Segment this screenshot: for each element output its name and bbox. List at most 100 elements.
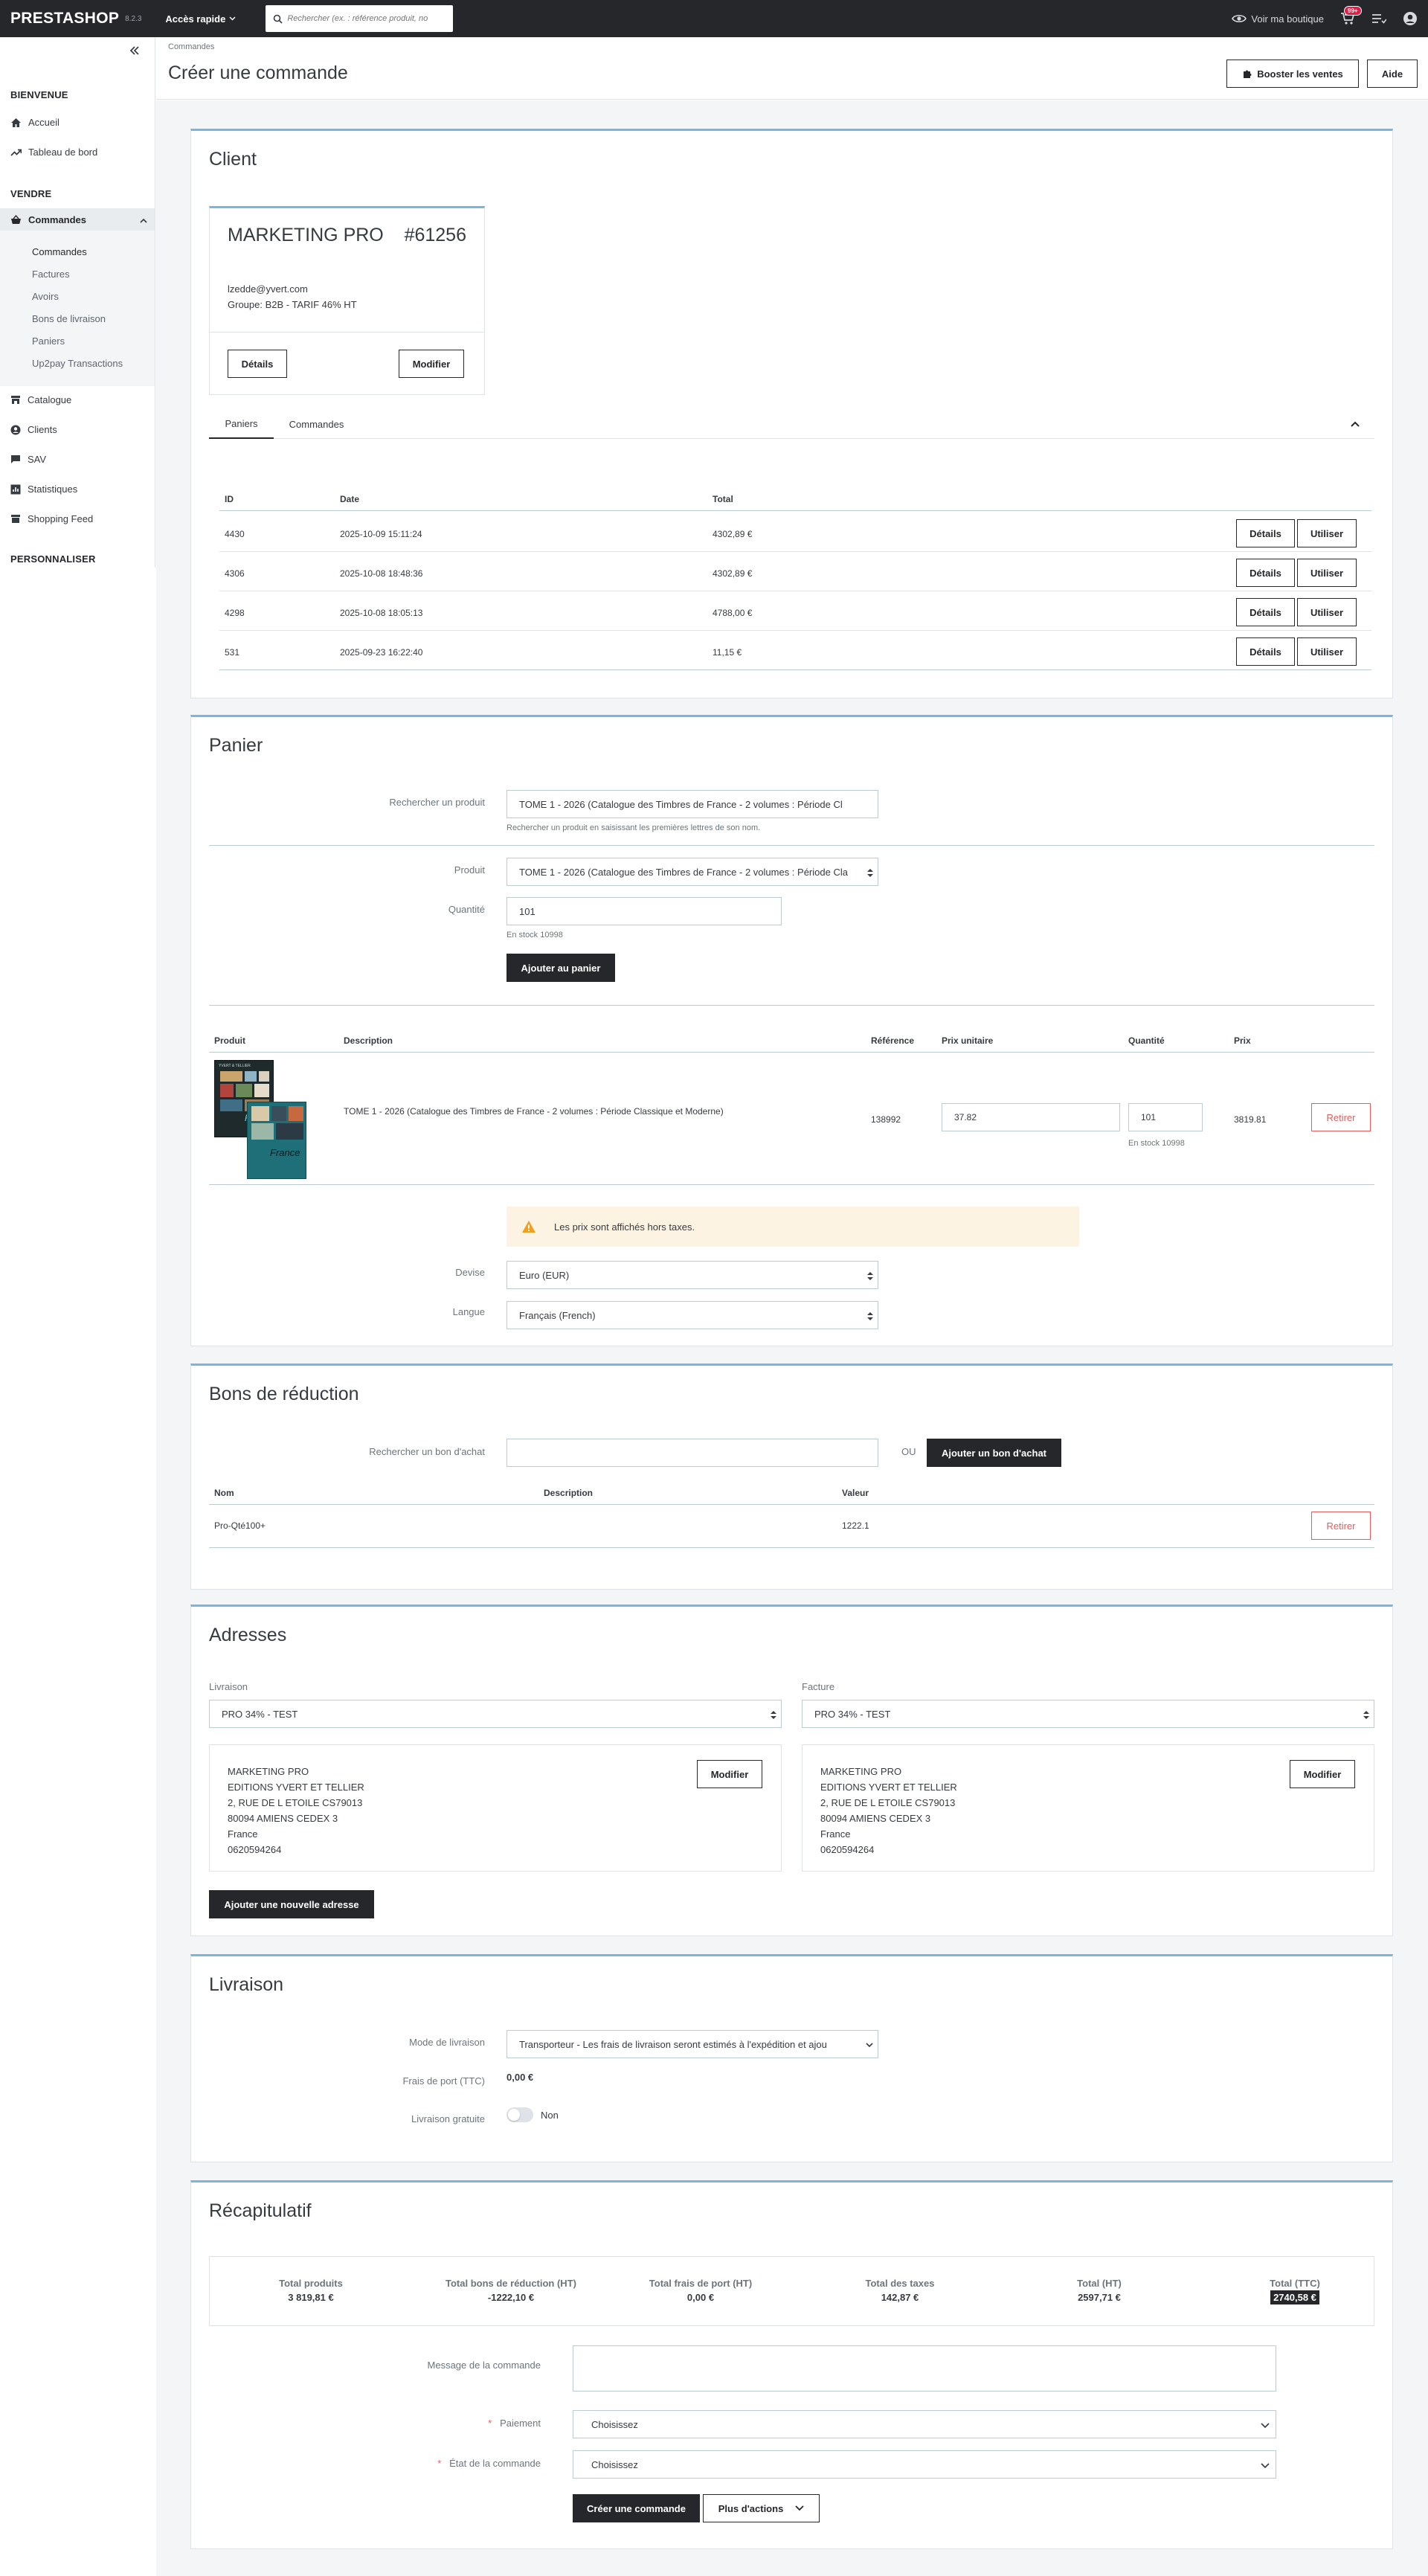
sidebar-item-shopping-feed[interactable]: Shopping Feed bbox=[10, 513, 93, 524]
sidebar-item-orders[interactable]: Commandes bbox=[10, 214, 86, 225]
warning-icon bbox=[522, 1221, 536, 1233]
sidebar-item-label: SAV bbox=[28, 454, 47, 465]
sidebar-item-home[interactable]: Accueil bbox=[10, 117, 60, 128]
sidebar-item-stats[interactable]: Statistiques bbox=[10, 484, 77, 495]
cart-use-button[interactable]: Utiliser bbox=[1297, 637, 1357, 666]
prestashop-logo[interactable]: PRESTASHOP bbox=[10, 10, 119, 28]
view-shop-link[interactable]: Voir ma boutique bbox=[1232, 13, 1324, 25]
sidebar-subitem-delivery-slips[interactable]: Bons de livraison bbox=[32, 313, 106, 324]
summary-value: -1222,10 € bbox=[487, 2292, 535, 2303]
create-order-button[interactable]: Créer une commande bbox=[573, 2494, 700, 2522]
customer-edit-button[interactable]: Modifier bbox=[399, 350, 464, 378]
client-card: Client MARKETING PRO #61256 lzedde@yvert… bbox=[190, 129, 1393, 698]
tab-carts[interactable]: Paniers bbox=[209, 409, 274, 439]
delivery-address-select[interactable]: PRO 34% - TEST bbox=[209, 1700, 782, 1728]
product-search-input[interactable]: TOME 1 - 2026 (Catalogue des Timbres de … bbox=[506, 790, 878, 818]
sidebar-subitem-orders[interactable]: Commandes bbox=[32, 246, 87, 257]
boost-sales-button[interactable]: Booster les ventes bbox=[1226, 60, 1359, 88]
summary-value: 2597,71 € bbox=[1078, 2292, 1121, 2303]
currency-select-value: Euro (EUR) bbox=[519, 1269, 570, 1281]
order-state-label-text: État de la commande bbox=[449, 2458, 541, 2469]
voucher-header-description: Description bbox=[544, 1488, 594, 1498]
unit-price-input[interactable]: 37.82 bbox=[942, 1103, 1120, 1131]
select-arrows-icon bbox=[771, 1711, 776, 1719]
summary-value-wrap: 2740,58 € bbox=[1220, 2290, 1369, 2304]
cart-details-button[interactable]: Détails bbox=[1236, 559, 1295, 587]
voucher-header-value: Valeur bbox=[842, 1488, 869, 1498]
remove-voucher-button[interactable]: Retirer bbox=[1311, 1512, 1371, 1540]
address-line: MARKETING PRO bbox=[228, 1766, 309, 1777]
stamp-tile bbox=[220, 1099, 242, 1111]
free-shipping-toggle[interactable] bbox=[506, 2107, 533, 2122]
shipping-mode-select[interactable]: Transporteur - Les frais de livraison se… bbox=[506, 2030, 878, 2058]
orders-notification[interactable]: 99+ bbox=[1340, 6, 1362, 25]
summary-label: Total frais de port (HT) bbox=[649, 2278, 753, 2289]
cart-details-button[interactable]: Détails bbox=[1236, 598, 1295, 626]
help-button[interactable]: Aide bbox=[1367, 60, 1418, 88]
cart-total: 4302,89 € bbox=[713, 568, 753, 579]
breadcrumb[interactable]: Commandes bbox=[168, 42, 214, 51]
shipping-mode-label: Mode de livraison bbox=[409, 2037, 485, 2048]
address-line: 2, RUE DE L ETOILE CS79013 bbox=[228, 1797, 363, 1808]
divider bbox=[209, 845, 1374, 846]
more-actions-button[interactable]: Plus d'actions bbox=[703, 2494, 820, 2522]
chevron-up-icon bbox=[140, 218, 147, 223]
or-label: OU bbox=[901, 1446, 916, 1457]
invoice-address-select[interactable]: PRO 34% - TEST bbox=[802, 1700, 1374, 1728]
vouchers-title: Bons de réduction bbox=[209, 1384, 359, 1404]
address-line: 0620594264 bbox=[820, 1844, 875, 1855]
product-select[interactable]: TOME 1 - 2026 (Catalogue des Timbres de … bbox=[506, 858, 878, 886]
customer-details-button[interactable]: Détails bbox=[228, 350, 287, 378]
summary-label: Total bons de réduction (HT) bbox=[446, 2278, 576, 2289]
carts-header-total: Total bbox=[713, 494, 733, 504]
edit-delivery-address-button[interactable]: Modifier bbox=[697, 1760, 762, 1788]
product-search-label: Rechercher un produit bbox=[389, 797, 485, 808]
carts-header-id: ID bbox=[225, 494, 234, 504]
add-to-cart-button[interactable]: Ajouter au panier bbox=[506, 954, 615, 982]
shipping-fee-label: Frais de port (TTC) bbox=[402, 2075, 485, 2087]
cart-use-button[interactable]: Utiliser bbox=[1297, 519, 1357, 547]
customers-notification[interactable] bbox=[1371, 13, 1386, 25]
boost-sales-label: Booster les ventes bbox=[1257, 68, 1343, 80]
customer-group: Groupe: B2B - TARIF 46% HT bbox=[228, 299, 357, 310]
version-label: 8.2.3 bbox=[125, 14, 142, 23]
search-box[interactable] bbox=[266, 5, 454, 32]
search-input[interactable] bbox=[287, 14, 448, 23]
sidebar-item-label: Clients bbox=[28, 424, 57, 435]
sidebar-item-dashboard[interactable]: Tableau de bord bbox=[10, 147, 97, 158]
cart-details-button[interactable]: Détails bbox=[1236, 519, 1295, 547]
add-voucher-button[interactable]: Ajouter un bon d'achat bbox=[927, 1439, 1061, 1467]
remove-item-button[interactable]: Retirer bbox=[1311, 1103, 1371, 1131]
cart-details-button[interactable]: Détails bbox=[1236, 637, 1295, 666]
account-menu[interactable] bbox=[1403, 11, 1418, 26]
sidebar-subitem-up2pay[interactable]: Up2pay Transactions bbox=[32, 358, 123, 369]
sidebar-subitem-credit-slips[interactable]: Avoirs bbox=[32, 291, 59, 302]
add-new-address-button[interactable]: Ajouter une nouvelle adresse bbox=[209, 1890, 374, 1918]
tax-warning: Les prix sont affichés hors taxes. bbox=[506, 1207, 1079, 1247]
sidebar-item-customers[interactable]: Clients bbox=[10, 424, 57, 435]
payment-select[interactable]: Choisissez bbox=[573, 2410, 1276, 2438]
voucher-header-name: Nom bbox=[214, 1488, 234, 1498]
sidebar-item-sav[interactable]: SAV bbox=[10, 454, 46, 465]
voucher-search-input[interactable] bbox=[506, 1439, 878, 1467]
sidebar-item-catalog[interactable]: Catalogue bbox=[10, 394, 71, 405]
quick-access-menu[interactable]: Accès rapide bbox=[165, 13, 236, 25]
order-state-select[interactable]: Choisissez bbox=[573, 2450, 1276, 2479]
collapse-sidebar-button[interactable] bbox=[129, 46, 140, 55]
sidebar-subitem-invoices[interactable]: Factures bbox=[32, 269, 70, 280]
language-select[interactable]: Français (French) bbox=[506, 1301, 878, 1329]
order-message-textarea[interactable] bbox=[573, 2345, 1276, 2392]
invoice-address-card: MARKETING PRO EDITIONS YVERT ET TELLIER … bbox=[802, 1744, 1374, 1872]
item-quantity-input[interactable]: 101 bbox=[1128, 1103, 1203, 1131]
currency-select[interactable]: Euro (EUR) bbox=[506, 1261, 878, 1289]
chevron-down-icon bbox=[866, 2043, 873, 2048]
cart-item-reference: 138992 bbox=[871, 1114, 901, 1125]
toggle-knob bbox=[508, 2109, 520, 2121]
edit-invoice-address-button[interactable]: Modifier bbox=[1290, 1760, 1355, 1788]
stamp-tile bbox=[251, 1106, 269, 1121]
tab-orders[interactable]: Commandes bbox=[274, 409, 359, 439]
quantity-input[interactable]: 101 bbox=[506, 897, 782, 925]
cart-use-button[interactable]: Utiliser bbox=[1297, 559, 1357, 587]
cart-use-button[interactable]: Utiliser bbox=[1297, 598, 1357, 626]
sidebar-subitem-carts[interactable]: Paniers bbox=[32, 335, 65, 347]
